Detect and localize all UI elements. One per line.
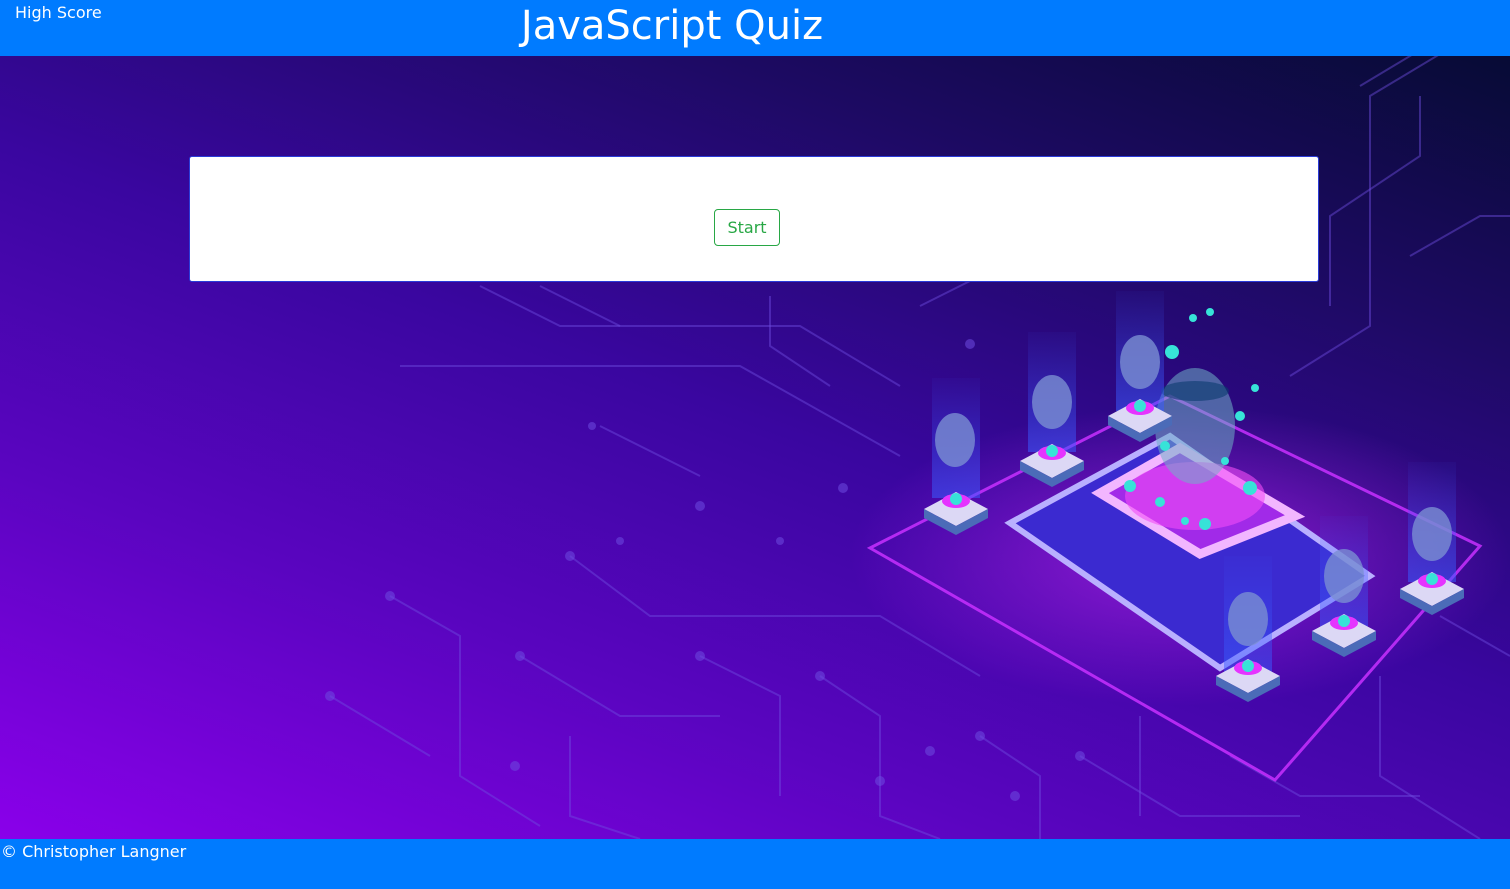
main-area: Start [0, 56, 1510, 839]
page-title: JavaScript Quiz [520, 3, 824, 49]
quiz-card: Start [189, 156, 1319, 282]
start-button[interactable]: Start [714, 209, 780, 246]
footer-bar: © Christopher Langner [0, 839, 1510, 889]
copyright-text: © Christopher Langner [1, 842, 187, 861]
header-bar: High Score JavaScript Quiz [0, 0, 1510, 56]
